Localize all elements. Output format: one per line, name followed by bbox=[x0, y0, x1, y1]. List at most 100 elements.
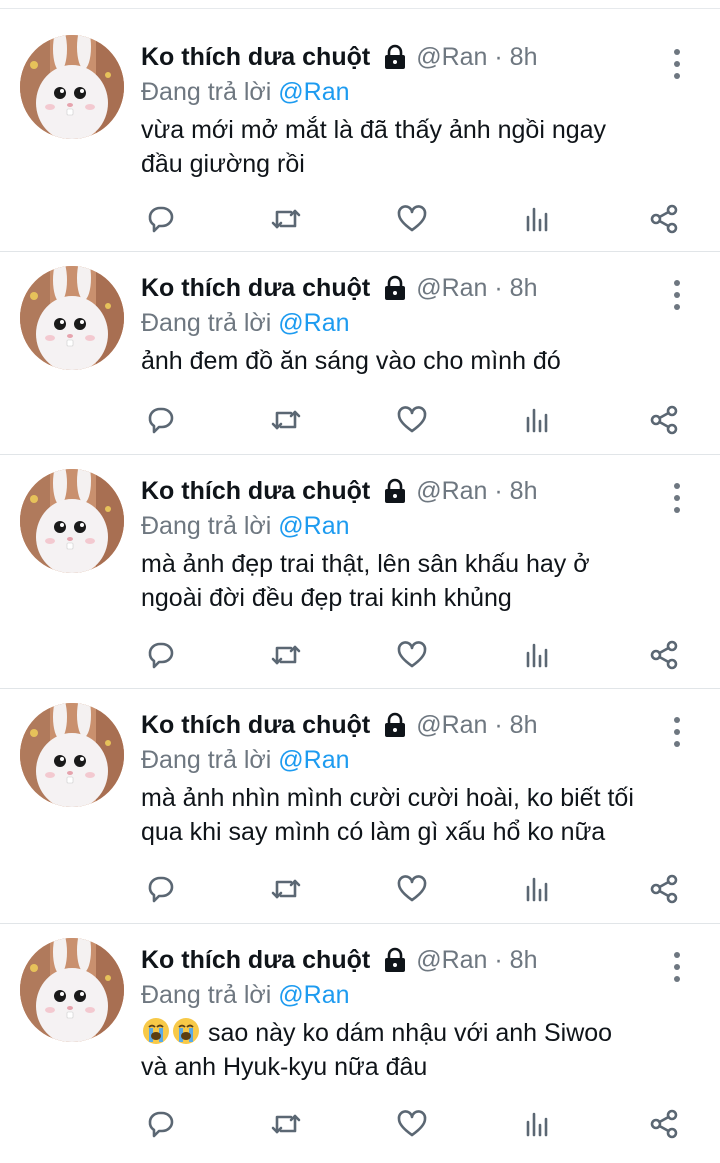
retweet-icon bbox=[271, 410, 301, 430]
handle-and-time: @Ran · 8h bbox=[416, 273, 538, 302]
tweet-text: mà ảnh nhìn mình cười cười hoài, ko biết… bbox=[141, 781, 690, 849]
reply-mention-link[interactable]: @Ran bbox=[278, 512, 349, 540]
tweet-text-line: qua khi say mình có làm gì xấu hổ ko nữa bbox=[141, 818, 606, 846]
heart-icon bbox=[397, 205, 427, 232]
views-button[interactable] bbox=[518, 1104, 558, 1144]
handle-and-time: @Ran · 8h bbox=[416, 710, 538, 739]
tweet-text-line: vừa mới mở mắt là đã thấy ảnh ngồi ngay bbox=[141, 116, 607, 144]
avatar[interactable] bbox=[20, 469, 124, 573]
retweet-icon bbox=[271, 209, 301, 229]
reply-context: Đang trả lời @Ran bbox=[141, 75, 690, 109]
heart-icon bbox=[397, 641, 427, 668]
more-options-button[interactable] bbox=[670, 717, 684, 747]
display-name[interactable]: Ko thích dưa chuột bbox=[141, 711, 370, 740]
tweet[interactable]: Ko thích dưa chuột @Ran · 8h Đang trả lờ… bbox=[0, 455, 720, 689]
avatar[interactable] bbox=[20, 35, 124, 139]
share-button[interactable] bbox=[644, 400, 684, 440]
action-bar bbox=[140, 635, 684, 675]
loudly-crying-face-icon bbox=[171, 1016, 201, 1046]
reply-icon bbox=[148, 642, 174, 669]
retweet-button[interactable] bbox=[266, 869, 306, 909]
top-divider bbox=[0, 0, 720, 9]
retweet-button[interactable] bbox=[266, 199, 306, 239]
handle-and-time: @Ran · 8h bbox=[416, 945, 538, 974]
display-name[interactable]: Ko thích dưa chuột bbox=[141, 43, 370, 72]
lock-icon bbox=[382, 275, 408, 301]
reply-button[interactable] bbox=[140, 635, 180, 675]
reply-mention-link[interactable]: @Ran bbox=[278, 78, 349, 106]
share-button[interactable] bbox=[644, 869, 684, 909]
lock-icon bbox=[382, 947, 408, 973]
lock-icon bbox=[382, 712, 408, 738]
more-options-button[interactable] bbox=[670, 49, 684, 79]
analytics-icon bbox=[526, 643, 548, 668]
tweet-text-line: mà ảnh nhìn mình cười cười hoài, ko biết… bbox=[141, 784, 634, 812]
tweet-text-line: mà ảnh đẹp trai thật, lên sân khấu hay ở bbox=[141, 550, 590, 578]
more-vertical-icon bbox=[674, 952, 680, 958]
views-button[interactable] bbox=[518, 400, 558, 440]
action-bar bbox=[140, 400, 684, 440]
like-button[interactable] bbox=[392, 1104, 432, 1144]
tweet[interactable]: Ko thích dưa chuột @Ran · 8h Đang trả lờ… bbox=[0, 252, 720, 455]
display-name[interactable]: Ko thích dưa chuột bbox=[141, 946, 370, 975]
like-button[interactable] bbox=[392, 199, 432, 239]
more-vertical-icon bbox=[674, 280, 680, 286]
avatar[interactable] bbox=[20, 266, 124, 370]
views-button[interactable] bbox=[518, 199, 558, 239]
views-button[interactable] bbox=[518, 869, 558, 909]
action-bar bbox=[140, 869, 684, 909]
tweet-text-line: đầu giường rồi bbox=[141, 150, 305, 178]
handle-and-time: @Ran · 8h bbox=[416, 476, 538, 505]
share-icon bbox=[650, 640, 678, 670]
reply-context: Đang trả lời @Ran bbox=[141, 978, 690, 1012]
reply-prefix: Đang trả lời bbox=[141, 746, 279, 774]
share-icon bbox=[650, 1109, 678, 1139]
tweet-text: mà ảnh đẹp trai thật, lên sân khấu hay ở… bbox=[141, 547, 690, 615]
reply-prefix: Đang trả lời bbox=[141, 78, 279, 106]
more-options-button[interactable] bbox=[670, 280, 684, 310]
avatar[interactable] bbox=[20, 938, 124, 1042]
share-button[interactable] bbox=[644, 1104, 684, 1144]
retweet-button[interactable] bbox=[266, 400, 306, 440]
display-name[interactable]: Ko thích dưa chuột bbox=[141, 274, 370, 303]
share-button[interactable] bbox=[644, 635, 684, 675]
reply-button[interactable] bbox=[140, 1104, 180, 1144]
reply-button[interactable] bbox=[140, 400, 180, 440]
heart-icon bbox=[397, 1110, 427, 1137]
tweet-text-line: ảnh đem đồ ăn sáng vào cho mình đó bbox=[141, 347, 561, 375]
tweet[interactable]: Ko thích dưa chuột @Ran · 8h Đang trả lờ… bbox=[0, 9, 720, 252]
reply-icon bbox=[148, 876, 174, 903]
like-button[interactable] bbox=[392, 635, 432, 675]
like-button[interactable] bbox=[392, 869, 432, 909]
heart-icon bbox=[397, 875, 427, 902]
reply-mention-link[interactable]: @Ran bbox=[278, 746, 349, 774]
tweet[interactable]: Ko thích dưa chuột @Ran · 8h Đang trả lờ… bbox=[0, 924, 720, 1162]
share-button[interactable] bbox=[644, 199, 684, 239]
analytics-icon bbox=[526, 207, 548, 232]
action-bar bbox=[140, 1104, 684, 1144]
handle-and-time: @Ran · 8h bbox=[416, 42, 538, 71]
retweet-icon bbox=[271, 1114, 301, 1134]
views-button[interactable] bbox=[518, 635, 558, 675]
reply-context: Đang trả lời @Ran bbox=[141, 743, 690, 777]
tweet[interactable]: Ko thích dưa chuột @Ran · 8h Đang trả lờ… bbox=[0, 689, 720, 924]
more-options-button[interactable] bbox=[670, 483, 684, 513]
like-button[interactable] bbox=[392, 400, 432, 440]
reply-button[interactable] bbox=[140, 869, 180, 909]
reply-prefix: Đang trả lời bbox=[141, 309, 279, 337]
avatar[interactable] bbox=[20, 703, 124, 807]
reply-mention-link[interactable]: @Ran bbox=[278, 981, 349, 1009]
analytics-icon bbox=[526, 408, 548, 433]
reply-mention-link[interactable]: @Ran bbox=[278, 309, 349, 337]
tweet-text-line: và anh Hyuk-kyu nữa đâu bbox=[141, 1053, 428, 1081]
display-name[interactable]: Ko thích dưa chuột bbox=[141, 477, 370, 506]
reply-icon bbox=[148, 407, 174, 434]
retweet-button[interactable] bbox=[266, 635, 306, 675]
retweet-button[interactable] bbox=[266, 1104, 306, 1144]
reply-icon bbox=[148, 1111, 174, 1138]
reply-button[interactable] bbox=[140, 199, 180, 239]
more-options-button[interactable] bbox=[670, 952, 684, 982]
share-icon bbox=[650, 204, 678, 234]
tweet-text-line: sao này ko dám nhậu với anh Siwoo bbox=[201, 1019, 613, 1047]
lock-icon bbox=[382, 478, 408, 504]
